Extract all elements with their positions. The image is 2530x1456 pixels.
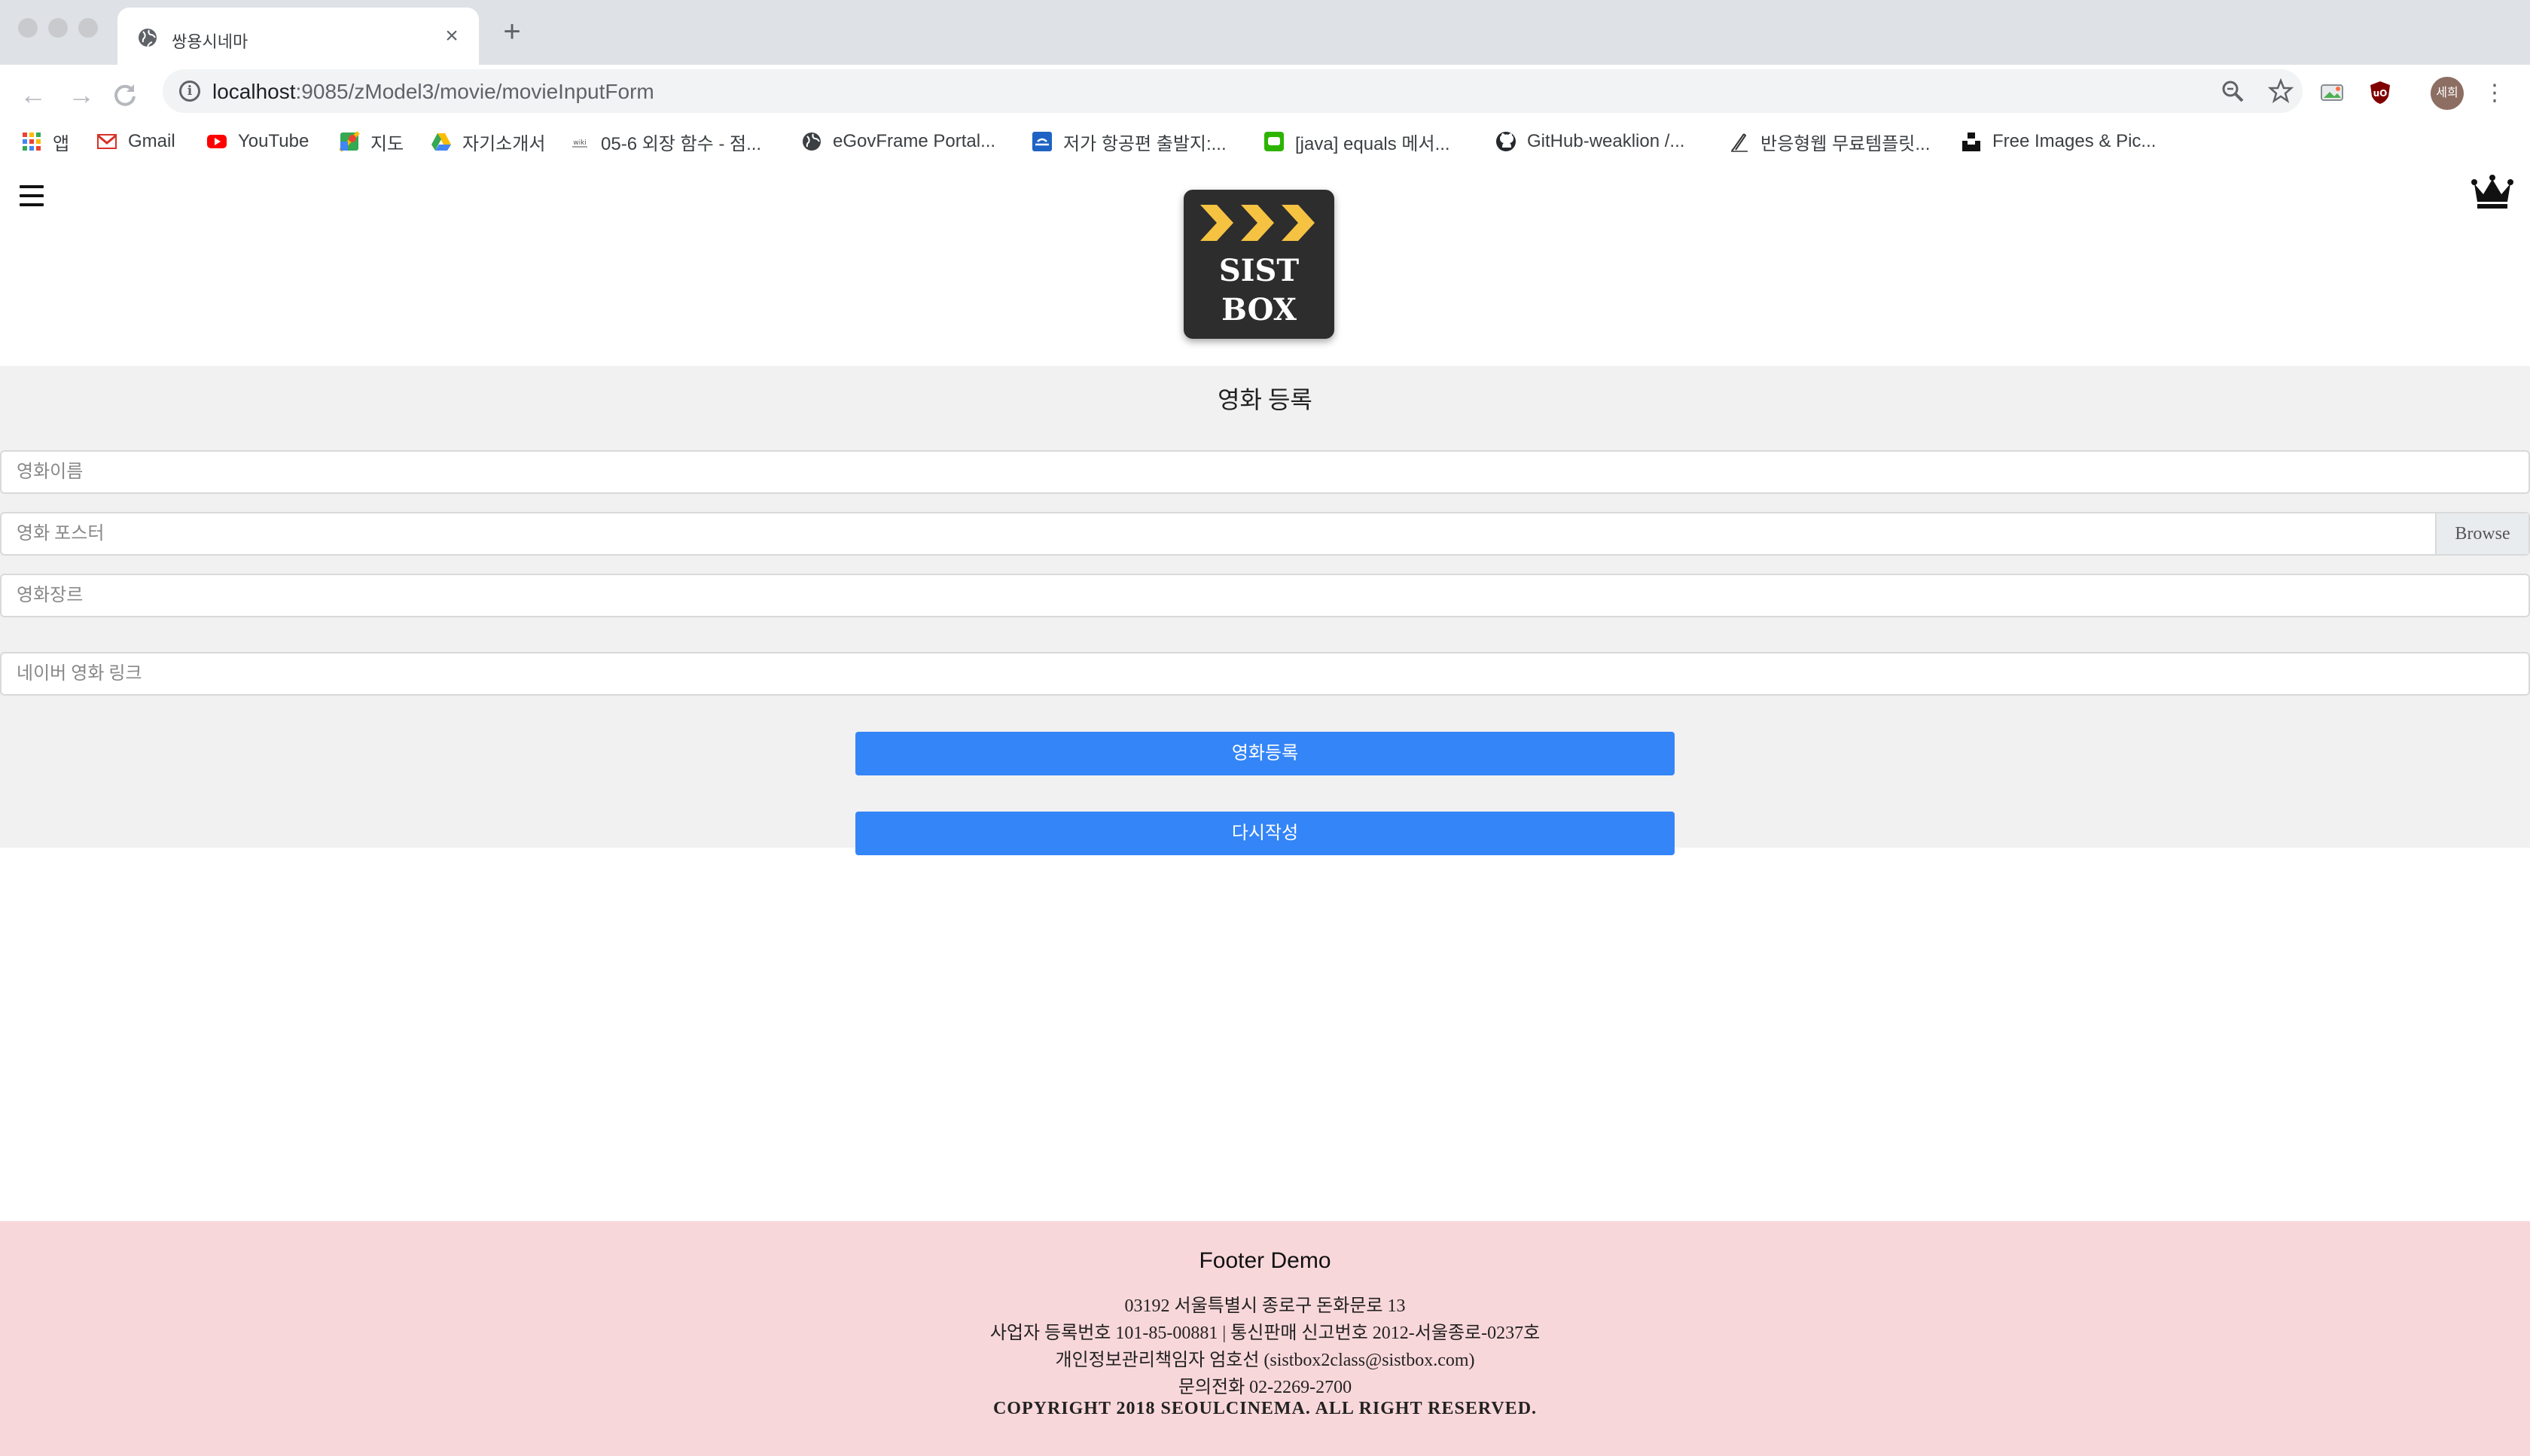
page-footer: Footer Demo 03192 서울특별시 종로구 돈화문로 13 사업자 …	[0, 1221, 2530, 1456]
footer-business-info: 사업자 등록번호 101-85-00881 | 통신판매 신고번호 2012-서…	[989, 1323, 1541, 1343]
new-tab-button[interactable]: +	[497, 17, 527, 47]
browse-button[interactable]: Browse	[2435, 513, 2528, 554]
reload-icon[interactable]	[110, 80, 140, 110]
bookmark-egovframe[interactable]: eGovFrame Portal...	[801, 129, 995, 154]
hamburger-menu-icon[interactable]	[20, 185, 44, 206]
extension-image-icon[interactable]	[2319, 80, 2345, 105]
browser-menu-icon[interactable]: ⋮	[2483, 77, 2506, 110]
drive-icon	[431, 133, 451, 151]
register-movie-button[interactable]: 영화등록	[855, 732, 1675, 775]
logo-text-line1: SIST	[1218, 253, 1300, 288]
bookmarks-bar: 앱 Gmail YouTube 지도 자기소개서 wiki 05-6 외장 함수…	[0, 117, 2530, 164]
bookmark-youtube[interactable]: YouTube	[206, 129, 309, 154]
github-icon	[1496, 132, 1516, 151]
globe-icon	[139, 29, 157, 47]
bookmark-flights[interactable]: 저가 항공편 출발지:...	[1032, 129, 1227, 154]
bookmark-label: 지도	[370, 133, 404, 154]
gmail-icon	[97, 134, 117, 149]
bookmark-templates[interactable]: 반응형웹 무료템플릿...	[1729, 129, 1930, 154]
bookmark-label: 저가 항공편 출발지:...	[1063, 133, 1227, 154]
footer-copyright: COPYRIGHT 2018 SEOULCINEMA. ALL RIGHT RE…	[992, 1399, 1538, 1418]
movie-input-form: 영화 등록 영화이름 영화 포스터 Browse 영화장르 네이버 영화 링크 …	[0, 366, 2530, 855]
bookmark-drive[interactable]: 자기소개서	[431, 129, 545, 154]
bookmark-label: YouTube	[238, 131, 309, 151]
profile-avatar[interactable]: 세희	[2431, 77, 2464, 110]
ublock-shield-icon[interactable]: uO	[2367, 80, 2393, 105]
bookmark-apps[interactable]: 앱	[21, 129, 69, 154]
bookmark-unsplash[interactable]: Free Images & Pic...	[1961, 129, 2156, 154]
movie-poster-file-input[interactable]: 영화 포스터 Browse	[0, 512, 2530, 556]
svg-text:wiki: wiki	[573, 139, 587, 147]
footer-title: Footer Demo	[1199, 1248, 1331, 1273]
bookmark-label: GitHub-weaklion /...	[1527, 131, 1685, 151]
browser-toolbar: ← → i localhost:9085/zModel3/movie/movie…	[0, 65, 2530, 173]
logo-arrows-icon	[1200, 205, 1315, 241]
bookmark-maps[interactable]: 지도	[339, 129, 404, 154]
naver-link-input[interactable]: 네이버 영화 링크	[0, 652, 2530, 696]
bookmark-label: 05-6 외장 함수 - 점...	[601, 133, 762, 154]
bookmark-label: Gmail	[128, 131, 175, 151]
footer-phone: 문의전화 02-2269-2700	[1178, 1378, 1352, 1397]
globe-icon	[803, 133, 821, 151]
back-arrow-icon[interactable]: ←	[14, 75, 53, 114]
tab-title: 쌍용시네마	[172, 32, 248, 51]
crown-icon[interactable]	[2471, 173, 2513, 211]
bookmark-label: eGovFrame Portal...	[833, 131, 996, 151]
bookmark-github[interactable]: GitHub-weaklion /...	[1495, 129, 1684, 154]
bookmark-label: 반응형웹 무료템플릿...	[1760, 133, 1931, 154]
browser-tabstrip: 쌍용시네마 × +	[0, 0, 2530, 65]
unsplash-icon	[1962, 133, 1980, 151]
url-text[interactable]: localhost:9085/zModel3/movie/movieInputF…	[212, 80, 654, 104]
window-zoom-control[interactable]	[78, 18, 98, 38]
sistbox-logo[interactable]: SIST BOX	[1184, 190, 1334, 339]
reset-form-button[interactable]: 다시작성	[855, 812, 1675, 855]
pen-icon	[1731, 133, 1748, 152]
window-close-control[interactable]	[18, 18, 38, 38]
bookmark-wikidocs[interactable]: wiki 05-6 외장 함수 - 점...	[569, 129, 761, 154]
address-bar[interactable]: i localhost:9085/zModel3/movie/movieInpu…	[163, 69, 2303, 113]
maps-icon	[339, 131, 360, 152]
bookmark-java-equals[interactable]: [java] equals 메서...	[1263, 129, 1450, 154]
bookmark-label: [java] equals 메서...	[1295, 133, 1450, 154]
bookmark-label: 앱	[53, 133, 70, 154]
form-title: 영화 등록	[1218, 386, 1312, 413]
site-info-icon[interactable]: i	[179, 81, 200, 102]
youtube-icon	[207, 135, 227, 148]
bookmark-star-icon[interactable]	[2268, 78, 2294, 104]
logo-text-line2: BOX	[1221, 292, 1297, 327]
footer-address: 03192 서울특별시 종로구 돈화문로 13	[1124, 1296, 1406, 1316]
browser-tab-active[interactable]: 쌍용시네마 ×	[117, 8, 479, 65]
bookmark-label: 자기소개서	[462, 133, 546, 154]
close-tab-icon[interactable]: ×	[437, 21, 467, 51]
bookmark-label: Free Images & Pic...	[1992, 131, 2157, 151]
bookmark-gmail[interactable]: Gmail	[96, 129, 175, 154]
apps-grid-icon	[23, 133, 41, 151]
movie-genre-input[interactable]: 영화장르	[0, 574, 2530, 617]
zoom-magnifier-icon[interactable]	[2220, 78, 2245, 104]
svg-text:uO: uO	[2373, 88, 2388, 99]
chat-icon	[1264, 132, 1284, 151]
flight-icon	[1032, 132, 1052, 151]
movie-poster-placeholder: 영화 포스터	[17, 524, 105, 544]
footer-privacy-officer: 개인정보관리책임자 엄호선 (sistbox2class@sistbox.com…	[1055, 1351, 1475, 1370]
window-minimize-control[interactable]	[48, 18, 68, 38]
movie-name-input[interactable]: 영화이름	[0, 450, 2530, 494]
wikidocs-icon: wiki	[572, 139, 587, 148]
forward-arrow-icon[interactable]: →	[62, 75, 101, 114]
